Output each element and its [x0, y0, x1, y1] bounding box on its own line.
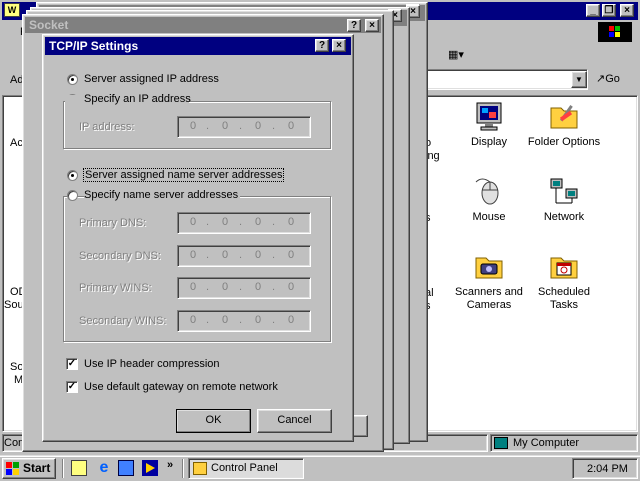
system-tray: 2:04 PM [572, 458, 638, 479]
go-button[interactable]: ↗Go [596, 72, 620, 85]
clock[interactable]: 2:04 PM [587, 463, 628, 475]
primary-wins-label: Primary WINS: [79, 282, 152, 294]
taskbar-control-panel-button[interactable]: Control Panel [188, 458, 304, 479]
ip-address-label: IP address: [79, 121, 135, 133]
ok-button[interactable]: OK [176, 409, 251, 433]
socket-help-button[interactable]: ? [347, 19, 361, 32]
scheduled-tasks-icon [548, 250, 580, 282]
ip-header-compression-label[interactable]: Use IP header compression [84, 358, 220, 370]
control-panel-icon [193, 462, 207, 475]
server-assigned-ns-radio[interactable] [67, 170, 78, 181]
default-gateway-checkbox[interactable]: ✓ [66, 381, 78, 393]
mouse-icon [473, 175, 505, 207]
tcpip-titlebar: TCP/IP Settings [45, 37, 351, 55]
display-item[interactable]: Display [449, 100, 529, 149]
address-input[interactable] [426, 69, 588, 90]
views-button[interactable]: ▦▾ [448, 48, 474, 64]
explorer-restore-button[interactable]: ❐ [602, 4, 616, 17]
ip-header-compression-checkbox[interactable]: ✓ [66, 358, 78, 370]
server-assigned-ip-radio[interactable] [67, 74, 78, 85]
address-dropdown-button[interactable]: ▼ [571, 71, 587, 88]
tcpip-dialog: TCP/IP Settings ? × Server assigned IP a… [42, 34, 354, 442]
folder-options-item[interactable]: Folder Options [524, 100, 604, 149]
my-computer-icon [494, 437, 508, 449]
taskbar-divider [62, 459, 64, 478]
left-pane-text: Ac [10, 137, 23, 149]
explorer-minimize-button[interactable]: _ [586, 4, 600, 17]
cancel-button[interactable]: Cancel [257, 409, 332, 433]
quicklaunch-more-button[interactable]: » [167, 459, 173, 471]
network-icon [548, 175, 580, 207]
status-right: My Computer [490, 434, 638, 452]
go-arrow-icon: ↗ [596, 73, 606, 85]
explorer-app-icon: W [4, 3, 20, 17]
server-assigned-ip-label[interactable]: Server assigned IP address [84, 73, 219, 85]
windows-flag-icon [6, 462, 20, 475]
windows-logo-icon [598, 22, 632, 42]
dialog-title: TCP/IP Settings [49, 39, 139, 53]
dialog-close-button[interactable]: × [332, 39, 346, 52]
folder-options-icon [548, 100, 580, 132]
specify-ns-radio[interactable] [67, 190, 78, 201]
explorer-close-button[interactable]: × [620, 4, 634, 17]
ip-address-field[interactable]: 0. 0. 0. 0 [177, 116, 311, 138]
socket-close-button[interactable]: × [365, 19, 379, 32]
taskbar: Start e » Control Panel 2:04 PM [0, 455, 640, 481]
secondary-wins-field[interactable]: 0. 0. 0. 0 [177, 310, 311, 332]
left-pane-text: Sou [4, 299, 24, 311]
scanners-cameras-item[interactable]: Scanners and Cameras [449, 250, 529, 312]
internet-explorer-icon[interactable]: e [95, 459, 113, 477]
media-player-icon[interactable] [142, 460, 158, 476]
secondary-dns-label: Secondary DNS: [79, 250, 161, 262]
scheduled-tasks-item[interactable]: Scheduled Tasks [524, 250, 604, 312]
secondary-dns-field[interactable]: 0. 0. 0. 0 [177, 245, 311, 267]
default-gateway-label[interactable]: Use default gateway on remote network [84, 381, 278, 393]
dialog-help-button[interactable]: ? [315, 39, 329, 52]
show-desktop-icon[interactable] [71, 460, 87, 476]
network-item[interactable]: Network [524, 175, 604, 224]
server-assigned-ns-label[interactable]: Server assigned name server addresses [83, 168, 285, 182]
primary-wins-field[interactable]: 0. 0. 0. 0 [177, 277, 311, 299]
taskbar-divider [182, 459, 184, 478]
primary-dns-label: Primary DNS: [79, 217, 147, 229]
start-button[interactable]: Start [2, 458, 56, 479]
specify-ip-label-overlay: Specify an IP address [84, 93, 191, 105]
secondary-wins-label: Secondary WINS: [79, 315, 167, 327]
mouse-item[interactable]: Mouse [449, 175, 529, 224]
display-icon [473, 100, 505, 132]
scanners-cameras-icon [473, 250, 505, 282]
socket-titlebar: Socket [25, 17, 381, 33]
outlook-express-icon[interactable] [118, 460, 134, 476]
specify-ns-label[interactable]: Specify name server addresses [84, 189, 241, 201]
primary-dns-field[interactable]: 0. 0. 0. 0 [177, 212, 311, 234]
